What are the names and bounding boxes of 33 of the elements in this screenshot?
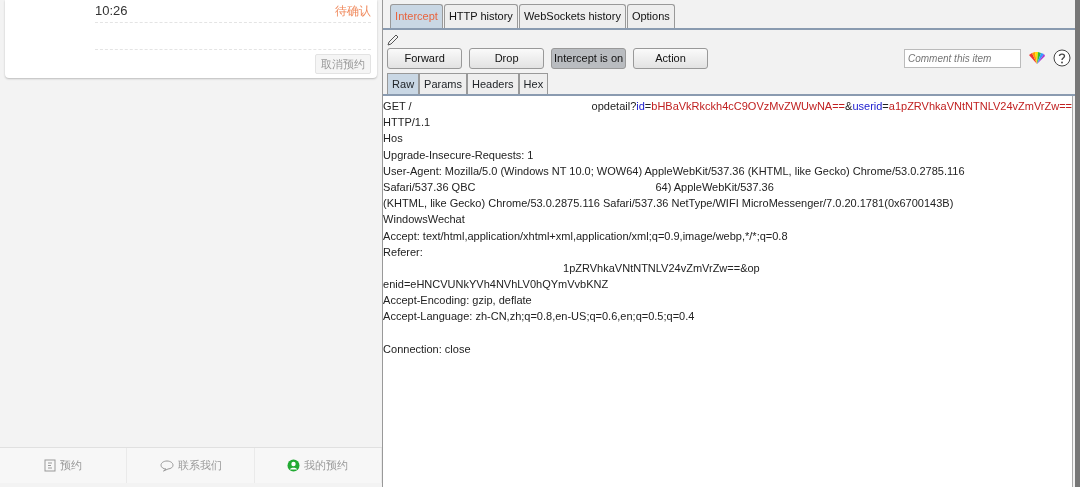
tab[interactable]: Options bbox=[626, 4, 675, 28]
request-line: Accept-Encoding: gzip, deflate bbox=[383, 293, 532, 309]
request-line: Upgrade-Insecure-Requests: 1 bbox=[383, 147, 534, 163]
request-line: 1pZRVhkaVNtNTNLV24vZmVrZw==&op bbox=[562, 260, 760, 276]
toolbar-button[interactable]: Action bbox=[633, 47, 709, 69]
toggle-button[interactable]: Intercept is on bbox=[551, 47, 627, 69]
help-icon[interactable] bbox=[1053, 49, 1071, 67]
toolbar-button[interactable]: Drop bbox=[469, 47, 545, 69]
tab[interactable]: Params bbox=[419, 72, 467, 94]
tab[interactable]: WebSockets history bbox=[518, 4, 626, 28]
request-line: Referer: bbox=[383, 244, 423, 260]
request-line: Accept: text/html,application/xhtml+xml,application/xml;q=0.9,image/webp,*/*;q=0.8 bbox=[383, 228, 788, 244]
booking-status: 待确认 bbox=[335, 3, 372, 21]
request-line: Accept-Language: zh-CN,zh;q=0.8,en-US;q=0.6,en;q=0.5;q=0.4 bbox=[383, 309, 695, 325]
booking-time: 10:26 bbox=[95, 2, 128, 21]
request-line: enid=eHNCVUNkYVh4NVhLV0hQYmVvbKNZ bbox=[383, 277, 609, 293]
request-line: WindowsWechat bbox=[383, 212, 465, 228]
tab[interactable]: Headers bbox=[467, 72, 519, 94]
request-editor[interactable] bbox=[383, 96, 1073, 487]
request-line: GET / opdetail?id=bHBaVkRkckh4cC9OVzMvZWUwNA==&userid=a1pZRVhkaVNtNTNLV24vZmVrZw== bbox=[383, 99, 1072, 114]
request-line: Hos bbox=[383, 131, 403, 147]
tab[interactable]: Hex bbox=[518, 72, 549, 94]
pencil-icon bbox=[387, 33, 400, 46]
request-line: Connection: close bbox=[383, 341, 471, 357]
color-fan-icon[interactable] bbox=[1028, 51, 1046, 65]
toolbar-button[interactable]: Forward bbox=[387, 47, 463, 69]
comment-field[interactable]: Comment this item bbox=[904, 48, 1021, 68]
tab[interactable]: Raw bbox=[387, 72, 420, 94]
tab[interactable]: HTTP history bbox=[443, 4, 518, 28]
request-line: Safari/537.36 QBC 64) AppleWebKit/537.36 bbox=[383, 179, 774, 195]
request-line: HTTP/1.1 bbox=[383, 115, 431, 131]
request-line: (KHTML, like Gecko) Chrome/53.0.2875.116 Safari/537.36 NetType/WIFI MicroMessenger/7.0.20.1781(0x6700143B) bbox=[383, 196, 954, 212]
request-line: User-Agent: Mozilla/5.0 (Windows NT 10.0; WOW64) AppleWebKit/537.36 (KHTML, like Gecko) Chrome/53.0.2785.116 bbox=[383, 163, 965, 179]
